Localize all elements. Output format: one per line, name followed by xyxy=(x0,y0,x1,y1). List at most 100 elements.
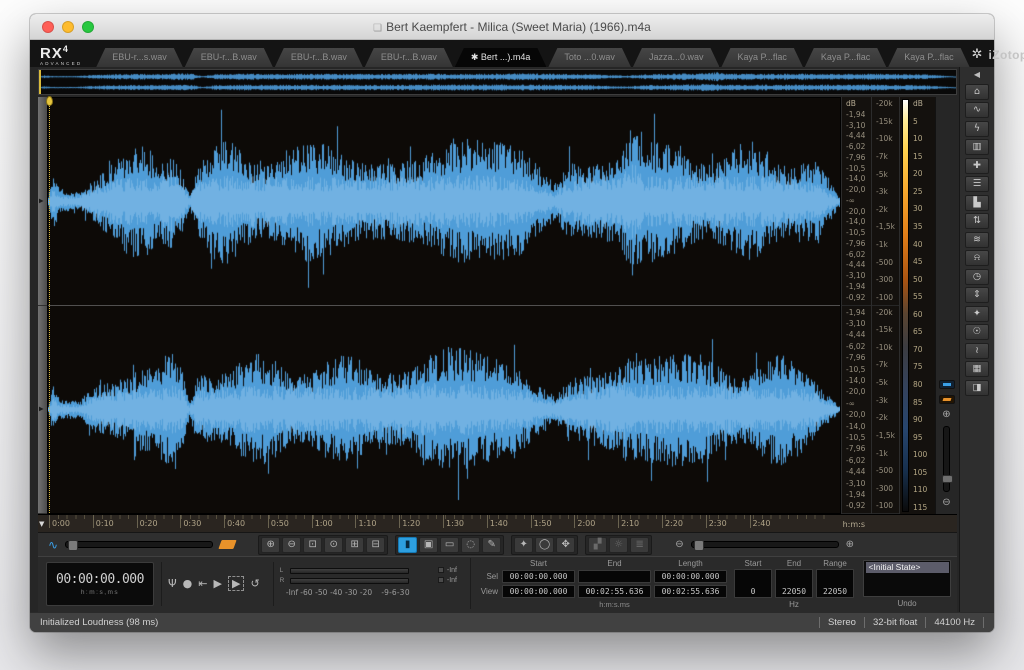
minimize-window-button[interactable] xyxy=(62,21,74,33)
undo-history-list[interactable]: <Initial State> xyxy=(863,560,951,597)
hand-tool[interactable]: ✥ xyxy=(556,537,575,553)
tab-file-9[interactable]: Kaya P...flac xyxy=(805,48,886,67)
format-segment: Stereo xyxy=(819,617,864,628)
time-frequency-selection-tool[interactable]: ▣ xyxy=(419,537,438,553)
tab-file-8[interactable]: Kaya P...flac xyxy=(721,48,802,67)
waveform-overview[interactable] xyxy=(38,69,957,95)
view-end-value[interactable]: 00:02:55.636 xyxy=(578,585,651,598)
horizontal-zoom-in-icon[interactable]: ⊕ xyxy=(846,540,854,550)
resample-icon[interactable]: ⇕ xyxy=(965,287,989,303)
zoom-out-time-button[interactable]: ⊖ xyxy=(282,537,301,553)
zoom-slider-knob[interactable] xyxy=(694,540,704,551)
tab-file-1[interactable]: EBU-r...s.wav xyxy=(96,48,183,67)
time-pitch-icon[interactable]: ◷ xyxy=(965,269,989,285)
spectrogram-opacity-slider[interactable] xyxy=(939,395,955,404)
waveform-opacity-slider[interactable] xyxy=(939,380,955,389)
spectrum-analyzer-icon[interactable]: ▦ xyxy=(965,361,989,377)
declip-icon[interactable]: ⌂ xyxy=(965,84,989,100)
horizontal-zoom-out-icon[interactable]: ⊖ xyxy=(675,540,683,550)
record-input-button[interactable]: Ψ xyxy=(168,578,177,589)
playhead-line[interactable] xyxy=(49,98,50,513)
amplitude-tick-label: -10,5 xyxy=(846,229,869,237)
magic-wand-tool[interactable]: ✦ xyxy=(514,537,533,553)
channel-2-selector[interactable]: ▶ xyxy=(38,306,47,515)
zoom-out-vertical-button[interactable]: ⊟ xyxy=(366,537,385,553)
undo-history-item[interactable]: <Initial State> xyxy=(866,562,949,573)
zoom-tool[interactable]: ◯ xyxy=(535,537,554,553)
wave-spectrogram-blend-slider[interactable] xyxy=(65,541,213,548)
vertical-zoom-knob[interactable] xyxy=(942,475,953,483)
gain-icon[interactable]: ▙ xyxy=(965,195,989,211)
tab-file-active[interactable]: ✱ Bert ...).m4a xyxy=(455,48,547,67)
tab-file-3[interactable]: EBU-r...B.wav xyxy=(275,48,363,67)
alert-icon[interactable]: ⍾ xyxy=(965,250,989,266)
tab-file-6[interactable]: Toto ...0.wav xyxy=(548,48,631,67)
amplitude-tick-label: -3,10 xyxy=(846,480,869,488)
brush-selection-tool[interactable]: ✎ xyxy=(482,537,501,553)
frequency-selection-tool[interactable]: ▭ xyxy=(440,537,459,553)
lasso-selection-tool[interactable]: ◌ xyxy=(461,537,480,553)
zoom-in-vertical-button[interactable]: ⊞ xyxy=(345,537,364,553)
spectral-repair-icon[interactable]: ✚ xyxy=(965,158,989,174)
tab-file-10[interactable]: Kaya P...flac xyxy=(888,48,969,67)
clip-readout-left[interactable]: -Inf xyxy=(438,567,457,574)
waveform-channel-2[interactable] xyxy=(48,306,840,513)
ruler-playhead-marker[interactable]: ▼ xyxy=(39,520,44,528)
playback-time-unit: h:m:s,ms xyxy=(81,589,119,596)
close-window-button[interactable] xyxy=(42,21,54,33)
plugin-icon[interactable]: ✦ xyxy=(965,306,989,322)
play-selection-button[interactable]: ▶ xyxy=(228,576,244,591)
sel-end-value[interactable] xyxy=(578,570,651,583)
loop-playback-button[interactable]: ↺ xyxy=(250,578,259,589)
amplitude-tick-label: -3,10 xyxy=(846,272,869,280)
vertical-zoom-slider[interactable] xyxy=(943,426,950,492)
horizontal-zoom-slider[interactable] xyxy=(691,541,839,548)
instant-process-tool[interactable]: ▞ xyxy=(588,537,607,553)
declick-icon[interactable]: ∿ xyxy=(965,102,989,118)
record-button[interactable]: ● xyxy=(183,578,193,589)
tab-file-4[interactable]: EBU-r...B.wav xyxy=(365,48,453,67)
zoom-fit-button[interactable]: ⊙ xyxy=(324,537,343,553)
freq-range-value[interactable]: 22050 xyxy=(816,569,854,598)
tab-file-7[interactable]: Jazza...0.wav xyxy=(633,48,720,67)
play-button[interactable]: ▶ xyxy=(214,578,222,589)
overview-canvas[interactable] xyxy=(39,70,956,94)
playhead-pin[interactable] xyxy=(46,96,53,106)
compare-tool[interactable]: ☼ xyxy=(609,537,628,553)
vertical-zoom-out-icon[interactable]: ⊖ xyxy=(942,498,950,508)
collapse-panel-button[interactable]: ◀ xyxy=(974,70,980,79)
sel-length-value[interactable]: 00:00:00.000 xyxy=(654,570,727,583)
zoom-window-button[interactable] xyxy=(82,21,94,33)
sel-start-value[interactable]: 00:00:00.000 xyxy=(502,570,575,583)
title-bar[interactable]: ❏Bert Kaempfert - Milica (Sweet Maria) (… xyxy=(30,14,994,40)
freq-end-value[interactable]: 22050 xyxy=(775,569,813,598)
channel-1-selector[interactable]: ▶ xyxy=(38,97,47,306)
waveform-channel-1[interactable] xyxy=(48,98,840,305)
zoom-in-time-button[interactable]: ⊕ xyxy=(261,537,280,553)
view-length-value[interactable]: 00:02:55.636 xyxy=(654,585,727,598)
leveler-icon[interactable]: ⇅ xyxy=(965,213,989,229)
go-to-start-button[interactable]: ⇤ xyxy=(198,578,207,589)
time-selection-tool[interactable]: ▮ xyxy=(398,537,417,553)
vertical-zoom-in-icon[interactable]: ⊕ xyxy=(942,410,950,420)
blend-slider-knob[interactable] xyxy=(68,540,78,551)
view-start-value[interactable]: 00:00:00.000 xyxy=(502,585,575,598)
time-ruler[interactable]: ▼ 0:000:100:200:300:400:501:001:101:201:… xyxy=(38,514,957,532)
process-list-tool[interactable]: ≣ xyxy=(630,537,649,553)
remove-hum-icon[interactable]: ▥ xyxy=(965,139,989,155)
spectrogram-view-icon[interactable] xyxy=(218,540,236,549)
waveform-display[interactable] xyxy=(47,97,841,514)
eq-icon[interactable]: ≋ xyxy=(965,232,989,248)
overview-playhead[interactable] xyxy=(39,70,41,94)
freq-start-value[interactable]: 0 xyxy=(734,569,772,598)
amplitude-tick-label: -7,96 xyxy=(846,240,869,248)
decrackle-icon[interactable]: ϟ xyxy=(965,121,989,137)
denoise-icon[interactable]: ☰ xyxy=(965,176,989,192)
clip-readout-right[interactable]: -Inf xyxy=(438,577,457,584)
loudness-icon[interactable]: ☉ xyxy=(965,324,989,340)
waveform-view-icon[interactable]: ∿ xyxy=(48,538,58,552)
tab-file-2[interactable]: EBU-r...B.wav xyxy=(185,48,273,67)
zoom-selection-button[interactable]: ⊡ xyxy=(303,537,322,553)
channel-operations-icon[interactable]: ◨ xyxy=(965,380,989,396)
signal-generator-icon[interactable]: ≀ xyxy=(965,343,989,359)
